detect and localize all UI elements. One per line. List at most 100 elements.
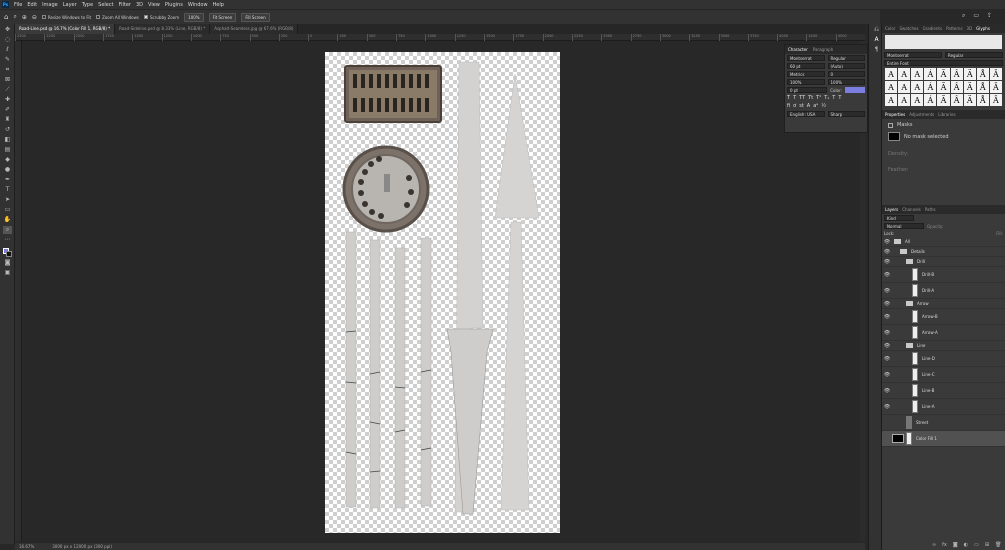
glyphs-style-select[interactable]: Regular: [945, 52, 1003, 58]
gradient-tool-icon[interactable]: ▤: [3, 146, 12, 154]
glyph-cell[interactable]: A: [911, 94, 924, 106]
blend-mode-select[interactable]: Normal: [884, 223, 924, 229]
crop-tool-icon[interactable]: ⌗: [3, 66, 12, 74]
tab-paths[interactable]: Paths: [925, 207, 936, 212]
zoom-all-windows-checkbox[interactable]: Zoom All Windows: [96, 15, 139, 20]
glyph-cell[interactable]: Ā: [989, 68, 1002, 80]
glyph-cell[interactable]: Ã: [937, 94, 950, 106]
glyph-cell[interactable]: Ä: [963, 68, 976, 80]
language-select[interactable]: English: USA: [787, 111, 825, 117]
tab-road-sideline[interactable]: Road-Sideline.psd @ 8.33% (Line, RGB/8) …: [115, 24, 211, 34]
new-group-icon[interactable]: ▭: [974, 542, 979, 548]
glyph-cell[interactable]: Å: [976, 81, 989, 93]
tab-patterns[interactable]: Patterns: [946, 26, 962, 31]
glyph-cell[interactable]: Ā: [989, 81, 1002, 93]
tab-channels[interactable]: Channels: [902, 207, 921, 212]
layer-row[interactable]: 👁 Line-C: [882, 367, 1005, 383]
glyph-cell[interactable]: Ã: [937, 81, 950, 93]
share-icon[interactable]: ⇪: [987, 12, 992, 20]
tab-color[interactable]: Color: [885, 26, 895, 31]
glyph-cell[interactable]: Á: [924, 94, 937, 106]
home-icon[interactable]: ⌂: [4, 13, 8, 21]
vertical-scale-field[interactable]: 100%: [787, 79, 825, 85]
fill-screen-button[interactable]: Fill Screen: [241, 12, 270, 22]
pen-tool-icon[interactable]: ✒: [3, 176, 12, 184]
resize-windows-checkbox[interactable]: Resize Windows to Fit: [41, 15, 91, 20]
ordinal-icon[interactable]: aᵃ: [813, 103, 818, 109]
glyph-cell[interactable]: A: [898, 81, 911, 93]
quick-mask-icon[interactable]: ◙: [3, 259, 12, 267]
eraser-tool-icon[interactable]: ◧: [3, 136, 12, 144]
glyph-cell[interactable]: Á: [924, 81, 937, 93]
menu-image[interactable]: Image: [42, 2, 58, 8]
menu-filter[interactable]: Filter: [119, 2, 131, 8]
tab-properties[interactable]: Properties: [885, 112, 905, 117]
blur-tool-icon[interactable]: ◆: [3, 156, 12, 164]
layer-filter-kind[interactable]: Kind: [884, 215, 914, 221]
document-canvas[interactable]: [325, 52, 560, 533]
glyphs-filter-select[interactable]: Entire Font: [884, 60, 1003, 66]
tab-swatches[interactable]: Swatches: [899, 26, 918, 31]
lasso-tool-icon[interactable]: ℓ: [3, 46, 12, 54]
marquee-tool-icon[interactable]: ◌: [3, 36, 12, 44]
glyph-cell[interactable]: A: [911, 81, 924, 93]
fit-screen-button[interactable]: Fit Screen: [208, 12, 237, 22]
baseline-shift-field[interactable]: 0 pt: [787, 87, 828, 93]
menu-help[interactable]: Help: [213, 2, 224, 8]
ruler-horizontal[interactable]: 2500 2250 2000 1750 1500 1250 1000 750 500 250 0 25…: [15, 34, 865, 41]
alternates-icon[interactable]: A: [807, 103, 810, 109]
tab-paragraph[interactable]: Paragraph: [813, 47, 834, 52]
glyph-cell[interactable]: Â: [950, 68, 963, 80]
recent-glyphs-strip[interactable]: [885, 35, 1002, 49]
menu-plugins[interactable]: Plugins: [165, 2, 183, 8]
visibility-eye-icon[interactable]: 👁: [882, 288, 892, 294]
scrubby-zoom-checkbox[interactable]: Scrubby Zoom: [143, 15, 179, 20]
glyph-cell[interactable]: A: [885, 81, 898, 93]
tab-glyphs[interactable]: Glyphs: [976, 26, 990, 31]
subscript-icon[interactable]: T₁: [824, 95, 829, 101]
add-mask-icon[interactable]: ◙: [953, 542, 958, 548]
hand-tool-icon[interactable]: ✋: [3, 216, 12, 224]
swash-icon[interactable]: st: [799, 103, 804, 109]
layer-row[interactable]: 👁 Details: [882, 247, 1005, 257]
glyph-cell[interactable]: Â: [950, 94, 963, 106]
glyph-cell[interactable]: A: [885, 68, 898, 80]
layer-row[interactable]: 👁 Drill: [882, 257, 1005, 267]
layer-row[interactable]: 👁 Drill-A: [882, 283, 1005, 299]
tab-asphalt[interactable]: Asphalt-Seamless.jpg @ 67.6% (RGB/8): [210, 24, 299, 34]
dodge-tool-icon[interactable]: ●: [3, 166, 12, 174]
layer-row[interactable]: 👁 Line-D: [882, 351, 1005, 367]
glyph-cell[interactable]: Ā: [989, 94, 1002, 106]
glyph-cell[interactable]: A: [898, 68, 911, 80]
visibility-eye-icon[interactable]: 👁: [882, 330, 892, 336]
paragraph-panel-icon[interactable]: ¶: [872, 46, 881, 54]
glyph-cell[interactable]: Ä: [963, 81, 976, 93]
document-info[interactable]: 3000 px x 12000 px (300 ppi): [52, 544, 112, 549]
all-caps-icon[interactable]: TT: [799, 95, 805, 101]
layer-row[interactable]: 👁 All: [882, 237, 1005, 247]
menu-type[interactable]: Type: [82, 2, 93, 8]
text-color-swatch[interactable]: [845, 87, 865, 93]
tab-3d[interactable]: 3D: [967, 26, 973, 31]
tracking-field[interactable]: 0: [827, 71, 865, 77]
more-tools-icon[interactable]: ⋯: [3, 236, 12, 244]
tab-layers[interactable]: Layers: [885, 207, 898, 212]
glyph-cell[interactable]: Ã: [937, 68, 950, 80]
zoom-out-icon[interactable]: ⊖: [32, 14, 37, 21]
tab-road-line[interactable]: Road-Line.psd @ 16.7% (Color Fill 1, RGB…: [15, 24, 116, 34]
visibility-eye-icon[interactable]: 👁: [882, 372, 892, 378]
visibility-eye-icon[interactable]: 👁: [882, 249, 892, 255]
layer-row[interactable]: 👁 Line-B: [882, 383, 1005, 399]
tab-libraries[interactable]: Libraries: [938, 112, 955, 117]
zoom-100-button[interactable]: 100%: [184, 12, 204, 22]
healing-tool-icon[interactable]: ✚: [3, 96, 12, 104]
visibility-eye-icon[interactable]: 👁: [882, 343, 892, 349]
link-layers-icon[interactable]: ∞: [932, 542, 936, 548]
menu-edit[interactable]: Edit: [27, 2, 37, 8]
leading-field[interactable]: (Auto): [827, 63, 865, 69]
screen-mode-icon[interactable]: ▣: [3, 269, 12, 277]
visibility-eye-icon[interactable]: 👁: [882, 314, 892, 320]
fractions-icon[interactable]: ½: [821, 103, 826, 109]
ruler-vertical[interactable]: [15, 41, 22, 541]
glyph-cell[interactable]: Á: [924, 68, 937, 80]
